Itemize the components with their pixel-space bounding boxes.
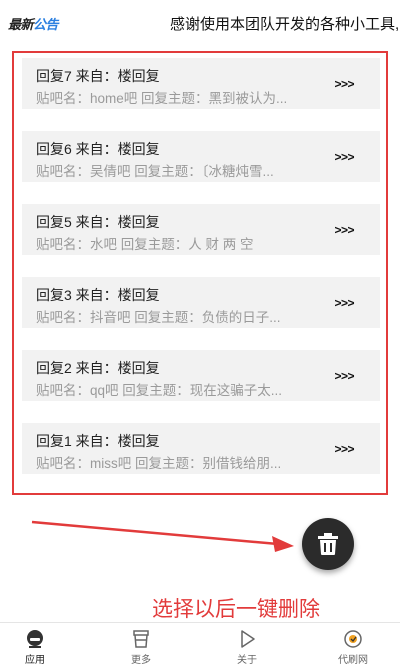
reply-subtitle: 贴吧名：qq吧 回复主题：现在这骗子太... bbox=[36, 383, 283, 398]
notice-text: 感谢使用本团队开发的各种小工具, bbox=[170, 16, 400, 33]
reply-subtitle: 贴吧名：home吧 回复主题：黑到被认为... bbox=[36, 91, 288, 106]
reply-title: 回复3 来自：楼回复 bbox=[36, 287, 160, 303]
annotation-caption: 选择以后一键删除 bbox=[152, 598, 320, 621]
tab-apps[interactable]: 应用 bbox=[0, 623, 70, 665]
delete-button[interactable] bbox=[302, 518, 354, 570]
reply-item[interactable]: 回复5 来自：楼回复 贴吧名：水吧 回复主题：人 财 两 空 >>> bbox=[22, 204, 380, 255]
reply-arrow[interactable]: >>> bbox=[334, 369, 354, 383]
cup-icon bbox=[133, 630, 149, 648]
reply-item[interactable]: 回复3 来自：楼回复 贴吧名：抖音吧 回复主题：负债的日子... >>> bbox=[22, 277, 380, 328]
reply-arrow[interactable]: >>> bbox=[334, 223, 354, 237]
notice-logo-part1: 最新 bbox=[8, 17, 34, 32]
reply-arrow[interactable]: >>> bbox=[334, 442, 354, 456]
reply-item[interactable]: 回复6 来自：楼回复 贴吧名：吴倩吧 回复主题：〔冰糖炖雪... >>> bbox=[22, 131, 380, 182]
annotation-arrow bbox=[31, 520, 294, 552]
reply-arrow[interactable]: >>> bbox=[334, 150, 354, 164]
app-icon bbox=[27, 630, 43, 648]
reply-list-highlight: 回复7 来自：楼回复 贴吧名：home吧 回复主题：黑到被认为... >>> 回… bbox=[12, 51, 388, 495]
reply-item[interactable]: 回复1 来自：楼回复 贴吧名：miss吧 回复主题：别借钱给朋... >>> bbox=[22, 423, 380, 474]
tab-label: 更多 bbox=[131, 655, 151, 665]
notice-logo: 最新公告 bbox=[8, 14, 59, 33]
reply-subtitle: 贴吧名：水吧 回复主题：人 财 两 空 bbox=[36, 237, 254, 252]
tab-label: 代刷网 bbox=[338, 655, 368, 665]
tab-shua[interactable]: 代刷网 bbox=[318, 623, 388, 665]
reply-subtitle: 贴吧名：miss吧 回复主题：别借钱给朋... bbox=[36, 456, 282, 471]
tab-label: 关于 bbox=[237, 655, 257, 665]
reply-arrow[interactable]: >>> bbox=[334, 296, 354, 310]
reply-title: 回复5 来自：楼回复 bbox=[36, 214, 160, 230]
reply-list: 回复7 来自：楼回复 贴吧名：home吧 回复主题：黑到被认为... >>> 回… bbox=[22, 58, 380, 493]
reply-title: 回复7 来自：楼回复 bbox=[36, 68, 160, 84]
reply-item[interactable]: 回复2 来自：楼回复 贴吧名：qq吧 回复主题：现在这骗子太... >>> bbox=[22, 350, 380, 401]
tab-more[interactable]: 更多 bbox=[106, 623, 176, 665]
notice-bar: 最新公告 感谢使用本团队开发的各种小工具, bbox=[0, 0, 400, 44]
reply-title: 回复6 来自：楼回复 bbox=[36, 141, 160, 157]
reply-subtitle: 贴吧名：抖音吧 回复主题：负债的日子... bbox=[36, 310, 281, 325]
reply-title: 回复1 来自：楼回复 bbox=[36, 433, 160, 449]
tab-label: 应用 bbox=[25, 655, 45, 665]
play-icon bbox=[241, 630, 255, 648]
notice-logo-part2: 公告 bbox=[33, 17, 59, 32]
bottom-tab-bar: 应用 更多 关于 代刷网 bbox=[0, 622, 400, 665]
reply-subtitle: 贴吧名：吴倩吧 回复主题：〔冰糖炖雪... bbox=[36, 164, 274, 179]
reply-title: 回复2 来自：楼回复 bbox=[36, 360, 160, 376]
trash-icon bbox=[318, 533, 338, 555]
reply-item[interactable]: 回复7 来自：楼回复 贴吧名：home吧 回复主题：黑到被认为... >>> bbox=[22, 58, 380, 109]
reply-arrow[interactable]: >>> bbox=[334, 77, 354, 91]
tab-about[interactable]: 关于 bbox=[212, 623, 282, 665]
badge-icon bbox=[344, 630, 362, 648]
